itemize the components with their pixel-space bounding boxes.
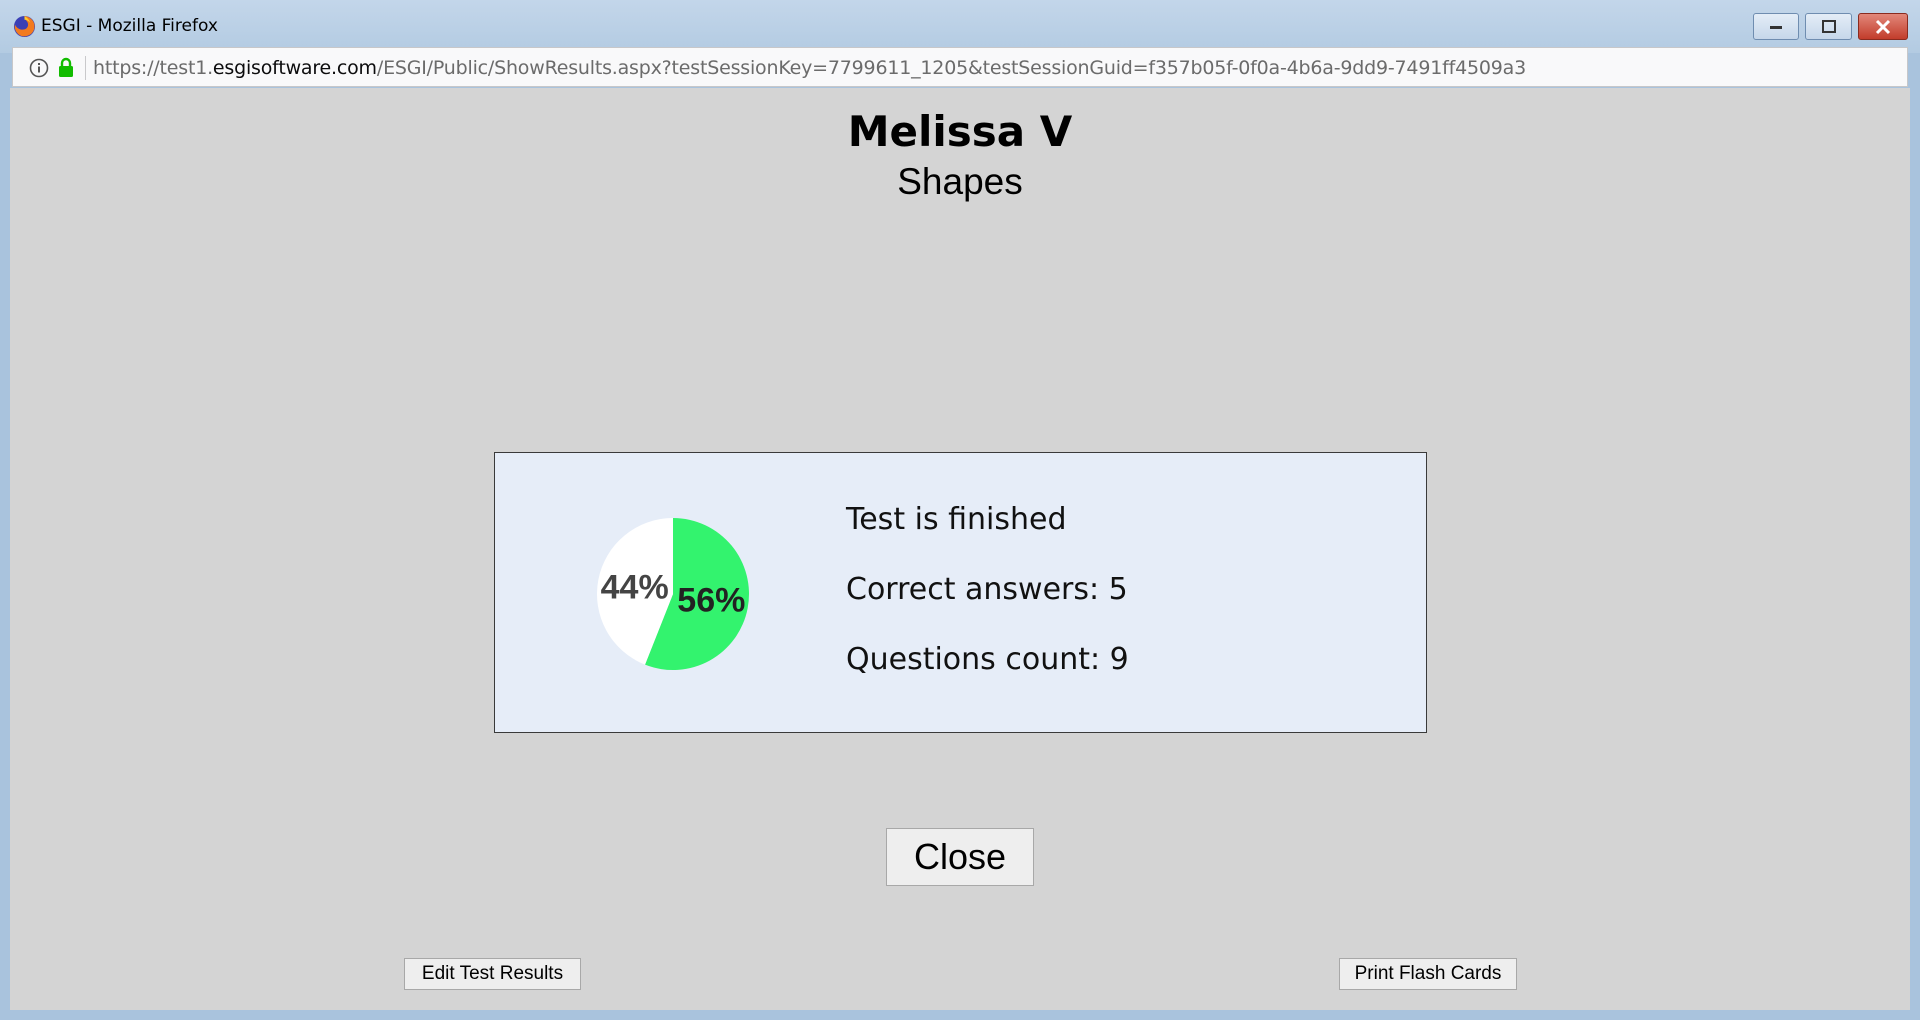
page-content: Melissa V Shapes 56% 44% Test is finished… [10, 88, 1910, 1010]
edit-test-results-button[interactable]: Edit Test Results [404, 958, 581, 990]
close-icon [1875, 19, 1891, 34]
maximize-icon [1821, 19, 1836, 33]
student-name: Melissa V [847, 107, 1073, 156]
url-text[interactable]: https://test1.esgisoftware.com/ESGI/Publ… [93, 57, 1526, 79]
url-path: /ESGI/Public/ShowResults.aspx?testSessio… [376, 57, 1526, 79]
pie-label-0: 56% [677, 582, 745, 620]
window-titlebar: ESGI - Mozilla Firefox [0, 0, 1920, 53]
result-summary: Test is finished Correct answers: 5 Ques… [846, 498, 1129, 708]
info-icon[interactable] [29, 58, 49, 78]
print-flash-cards-button[interactable]: Print Flash Cards [1339, 958, 1517, 990]
close-window-button[interactable] [1858, 13, 1908, 40]
address-bar[interactable]: https://test1.esgisoftware.com/ESGI/Publ… [12, 47, 1908, 87]
firefox-icon [13, 15, 36, 38]
close-button[interactable]: Close [886, 828, 1034, 886]
result-pie-chart: 56%44% [597, 518, 749, 670]
result-panel: 56% 44% Test is finished Correct answers:… [494, 452, 1427, 733]
url-prefix: https://test1. [93, 57, 213, 79]
pie-label-1: 44% [601, 568, 669, 606]
url-domain: esgisoftware.com [212, 57, 377, 79]
correct-answers: Correct answers: 5 [846, 572, 1128, 607]
maximize-button[interactable] [1805, 13, 1852, 40]
window-title: ESGI - Mozilla Firefox [41, 16, 218, 36]
minimize-icon [1770, 25, 1782, 29]
url-separator [85, 56, 86, 80]
questions-count: Questions count: 9 [846, 642, 1129, 677]
test-name: Shapes [897, 161, 1023, 202]
lock-icon[interactable] [57, 57, 75, 78]
minimize-button[interactable] [1753, 13, 1799, 40]
test-status: Test is finished [846, 502, 1067, 537]
